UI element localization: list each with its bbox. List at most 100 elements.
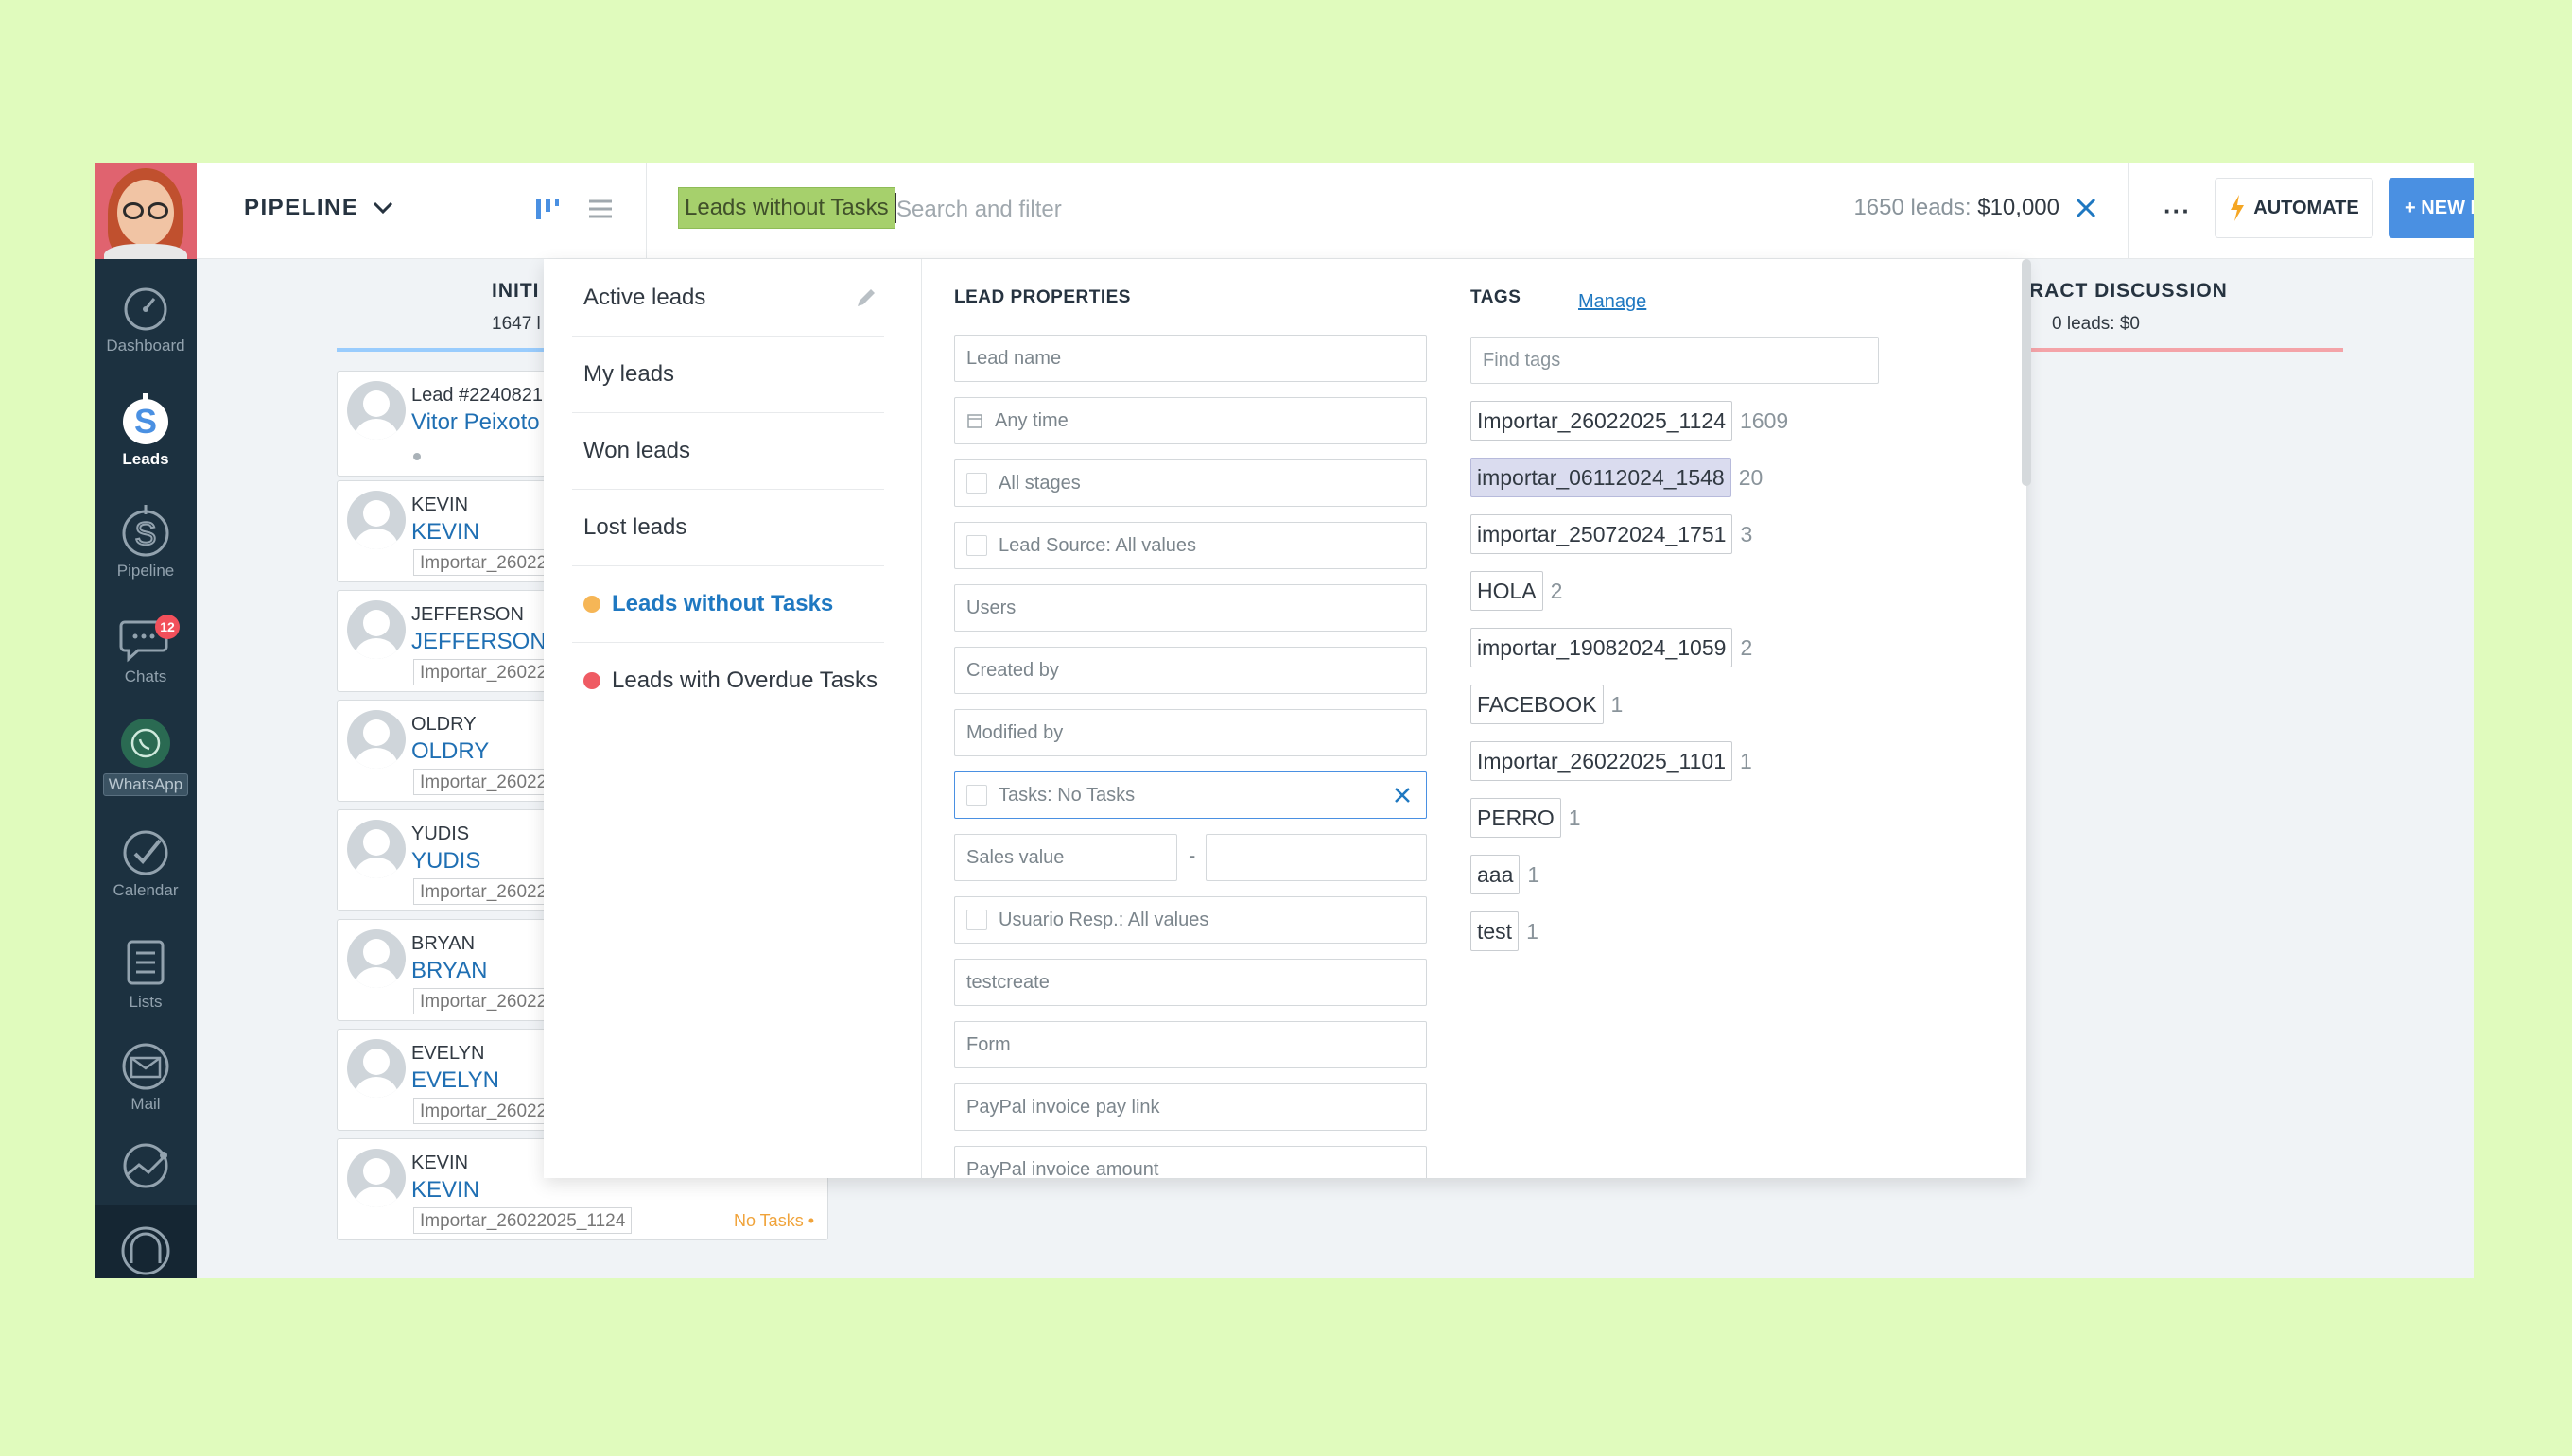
field-lead-name[interactable]: Lead name: [954, 335, 1427, 382]
leads-summary: 1650 leads: $10,000: [1853, 195, 2059, 221]
sidebar-item-mail[interactable]: Mail: [95, 1042, 197, 1114]
lead-card-contact[interactable]: JEFFERSON: [411, 629, 547, 655]
tag-row[interactable]: importar_06112024_1548 20: [1470, 458, 1763, 497]
field-lead-source-all-values[interactable]: Lead Source: All values: [954, 522, 1427, 569]
lead-card-tag: Importar_26022: [413, 1098, 554, 1124]
lead-card[interactable]: KEVIN KEVIN Importar_26022: [337, 480, 556, 582]
lead-card[interactable]: OLDRY OLDRY Importar_26022: [337, 700, 556, 802]
tag-row[interactable]: importar_19082024_1059 2: [1470, 628, 1752, 667]
lead-card-contact[interactable]: OLDRY: [411, 738, 489, 765]
leads-value: $10,000: [1977, 195, 2059, 220]
dollar-icon: S: [123, 393, 168, 444]
tag-row[interactable]: aaa 1: [1470, 855, 1539, 894]
tag-chip[interactable]: importar_19082024_1059: [1470, 628, 1733, 667]
preset-won-leads[interactable]: Won leads: [572, 412, 884, 490]
clear-field-icon[interactable]: [1392, 785, 1413, 806]
search-filter-box[interactable]: Leads without Tasks Search and filter 16…: [646, 163, 2129, 259]
tag-chip[interactable]: Importar_26022025_1101: [1470, 741, 1733, 781]
checkbox[interactable]: [966, 535, 987, 556]
field-usuario-resp-all-values[interactable]: Usuario Resp.: All values: [954, 896, 1427, 944]
field-paypal-invoice-amount[interactable]: PayPal invoice amount: [954, 1146, 1427, 1178]
lead-card[interactable]: EVELYN EVELYN Importar_26022: [337, 1029, 556, 1131]
tag-chip[interactable]: test: [1470, 911, 1520, 951]
tag-chip[interactable]: FACEBOOK: [1470, 685, 1604, 724]
tag-row[interactable]: HOLA 2: [1470, 571, 1562, 611]
field-all-stages[interactable]: All stages: [954, 459, 1427, 507]
lead-card-title: YUDIS: [411, 823, 470, 844]
field-created-by[interactable]: Created by: [954, 647, 1427, 694]
field-users[interactable]: Users: [954, 584, 1427, 632]
edit-icon[interactable]: [854, 286, 878, 310]
preset-lost-leads[interactable]: Lost leads: [572, 489, 884, 566]
tag-chip[interactable]: importar_25072024_1751: [1470, 514, 1733, 554]
bell-icon[interactable]: [120, 1225, 171, 1276]
filter-chip[interactable]: Leads without Tasks: [678, 187, 895, 229]
lead-card-contact[interactable]: Vitor Peixoto: [411, 409, 540, 436]
new-lead-button[interactable]: + NEW LEAD: [2389, 178, 2474, 238]
tag-row[interactable]: test 1: [1470, 911, 1538, 951]
automate-button[interactable]: AUTOMATE: [2215, 178, 2373, 238]
clear-filter-icon[interactable]: [2073, 195, 2099, 221]
lead-card-contact[interactable]: YUDIS: [411, 848, 480, 875]
sidebar-item-pipeline[interactable]: S Pipeline: [95, 503, 197, 581]
tag-row[interactable]: FACEBOOK 1: [1470, 685, 1623, 724]
tag-row[interactable]: Importar_26022025_1124 1609: [1470, 401, 1788, 441]
lead-card[interactable]: Lead #2240821 Vitor Peixoto: [337, 371, 556, 477]
field-form[interactable]: Form: [954, 1021, 1427, 1068]
column-title: RACT DISCUSSION: [2029, 280, 2228, 302]
lead-card-contact[interactable]: KEVIN: [411, 519, 479, 546]
tag-row[interactable]: importar_25072024_1751 3: [1470, 514, 1752, 554]
sidebar-item-stats[interactable]: [95, 1142, 197, 1193]
tag-chip[interactable]: Importar_26022025_1124: [1470, 401, 1733, 441]
kanban-view-icon[interactable]: [533, 195, 562, 223]
lead-card-contact[interactable]: KEVIN: [411, 1177, 479, 1204]
range-separator: -: [1189, 843, 1196, 867]
sidebar-item-calendar[interactable]: Calendar: [95, 828, 197, 900]
checkbox[interactable]: [966, 910, 987, 930]
pipeline-selector[interactable]: PIPELINE: [244, 195, 394, 221]
lead-card[interactable]: JEFFERSON JEFFERSON Importar_26022: [337, 590, 556, 692]
tag-row[interactable]: Importar_26022025_1101 1: [1470, 741, 1752, 781]
sidebar-item-dashboard[interactable]: Dashboard: [95, 286, 197, 355]
field-testcreate[interactable]: testcreate: [954, 959, 1427, 1006]
field-sales-value[interactable]: Sales value: [954, 834, 1177, 881]
search-input[interactable]: Search and filter: [896, 197, 1062, 223]
find-tags-input[interactable]: Find tags: [1470, 337, 1879, 384]
field-tasks-no-tasks[interactable]: Tasks: No Tasks: [954, 771, 1427, 819]
preset-active-leads[interactable]: Active leads: [572, 259, 884, 337]
lead-card[interactable]: YUDIS YUDIS Importar_26022: [337, 809, 556, 911]
lead-card-tag: Importar_26022: [413, 659, 554, 685]
sidebar-item-whatsapp[interactable]: WhatsApp: [95, 717, 197, 796]
manage-tags-link[interactable]: Manage: [1578, 291, 1646, 313]
preset-leads-with-overdue-tasks[interactable]: Leads with Overdue Tasks: [572, 642, 884, 719]
sidebar-item-lists[interactable]: Lists: [95, 936, 197, 1012]
preset-my-leads[interactable]: My leads: [572, 336, 884, 413]
lead-card-contact[interactable]: EVELYN: [411, 1067, 499, 1094]
preset-leads-without-tasks[interactable]: Leads without Tasks: [572, 565, 884, 643]
checkbox[interactable]: [966, 473, 987, 494]
tag-count: 1: [1568, 805, 1581, 830]
calendar-icon: [967, 414, 982, 428]
checkbox[interactable]: [966, 785, 987, 806]
tag-chip[interactable]: HOLA: [1470, 571, 1543, 611]
user-avatar[interactable]: [95, 163, 197, 259]
column-summary: 1647 l: [492, 314, 541, 334]
field-paypal-invoice-pay-link[interactable]: PayPal invoice pay link: [954, 1083, 1427, 1131]
tag-chip[interactable]: PERRO: [1470, 798, 1561, 838]
field-modified-by[interactable]: Modified by: [954, 709, 1427, 756]
sidebar-item-leads[interactable]: S Leads: [95, 391, 197, 469]
tag-row[interactable]: PERRO 1: [1470, 798, 1581, 838]
mail-icon: [122, 1043, 169, 1090]
list-view-icon[interactable]: [586, 195, 615, 223]
contact-avatar: [347, 491, 406, 549]
lead-card-contact[interactable]: BRYAN: [411, 958, 487, 984]
sales-value-to-field[interactable]: [1206, 834, 1427, 881]
scrollbar[interactable]: [2022, 259, 2031, 486]
field-any-time[interactable]: Any time: [954, 397, 1427, 444]
tag-chip[interactable]: importar_06112024_1548: [1470, 458, 1731, 497]
sidebar-item-chats[interactable]: 12 Chats: [95, 615, 197, 686]
more-options-button[interactable]: ···: [2164, 197, 2191, 226]
whatsapp-icon: [121, 719, 170, 768]
lead-card[interactable]: BRYAN BRYAN Importar_26022: [337, 919, 556, 1021]
tag-chip[interactable]: aaa: [1470, 855, 1521, 894]
